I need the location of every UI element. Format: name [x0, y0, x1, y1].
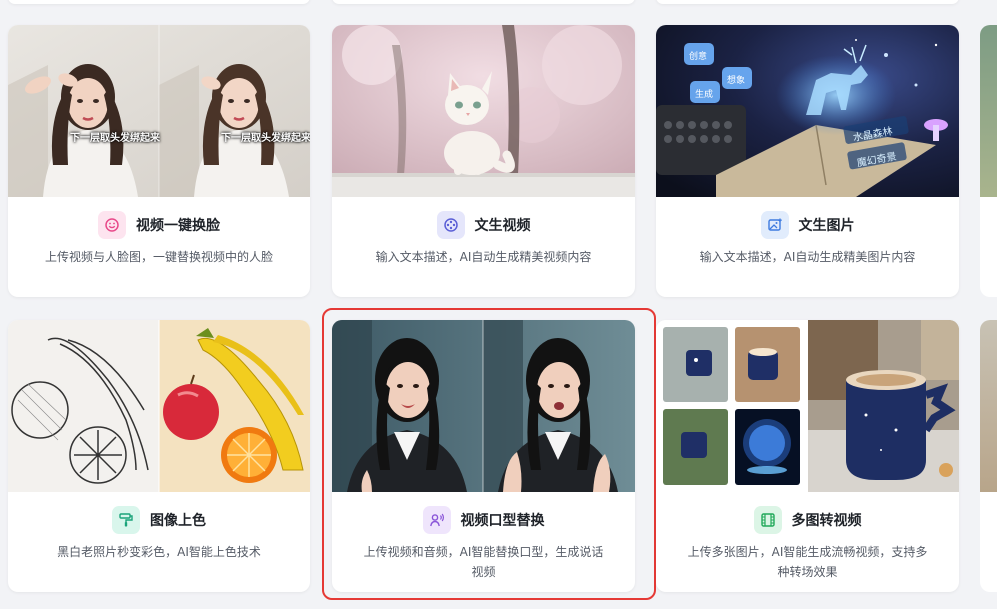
card-title: 视频一键换脸	[136, 218, 220, 234]
thumb-label: 想象	[727, 74, 745, 86]
image-plus-icon	[760, 211, 789, 239]
card-thumbnail: 下一层取头发绑起来 下一层取头发绑起来	[8, 25, 310, 197]
prev-row-card-edge	[8, 0, 310, 4]
next-card-edge	[980, 320, 997, 592]
card-description: 黑白老照片秒变彩色，AI智能上色技术	[57, 545, 261, 559]
film-strip-icon	[753, 506, 782, 534]
next-card-edge	[980, 25, 997, 297]
card-thumbnail: 创意 想象 生成 水晶森林 魔幻奇景	[656, 25, 959, 197]
card-thumbnail	[8, 320, 310, 492]
card-thumbnail	[332, 320, 635, 492]
paint-roller-icon	[112, 506, 140, 534]
card-description: 输入文本描述，AI自动生成精美图片内容	[699, 250, 916, 264]
feature-card-face-swap[interactable]: 下一层取头发绑起来 下一层取头发绑起来 视频一键换脸 上传视频与人脸图，一键替换…	[8, 25, 310, 297]
card-description: 上传多张图片，AI智能生成流畅视频，支持多种转场效果	[687, 545, 928, 579]
card-description: 上传视频与人脸图，一键替换视频中的人脸	[44, 250, 273, 264]
person-voice-icon	[422, 506, 451, 534]
card-title: 多图转视频	[791, 513, 862, 529]
card-thumbnail	[332, 25, 635, 197]
smile-face-icon	[98, 211, 126, 239]
thumb-label: 生成	[695, 88, 713, 100]
card-description: 输入文本描述，AI自动生成精美视频内容	[375, 250, 592, 264]
prev-row-card-edge	[656, 0, 959, 4]
card-title: 视频口型替换	[460, 513, 545, 529]
card-title: 文生视频	[474, 218, 531, 234]
feature-card-text-to-image[interactable]: 创意 想象 生成 水晶森林 魔幻奇景 文生图片 输入文本描述，AI自动生成精美图…	[656, 25, 959, 297]
thumb-caption-right: 下一层取头发绑起来	[221, 133, 310, 144]
film-reel-icon	[436, 211, 465, 239]
thumb-caption-left: 下一层取头发绑起来	[70, 133, 160, 144]
feature-card-text-to-video[interactable]: 文生视频 输入文本描述，AI自动生成精美视频内容	[332, 25, 635, 297]
card-thumbnail	[656, 320, 959, 492]
feature-card-images-to-video[interactable]: 多图转视频 上传多张图片，AI智能生成流畅视频，支持多种转场效果	[656, 320, 959, 592]
card-title: 图像上色	[150, 513, 206, 529]
thumb-label: 创意	[689, 50, 707, 62]
feature-card-lip-sync[interactable]: 视频口型替换 上传视频和音频，AI智能替换口型，生成说话视频	[332, 320, 635, 592]
card-description: 上传视频和音频，AI智能替换口型，生成说话视频	[363, 545, 604, 579]
card-title: 文生图片	[798, 218, 855, 234]
prev-row-card-edge	[332, 0, 635, 4]
feature-card-colorize[interactable]: 图像上色 黑白老照片秒变彩色，AI智能上色技术	[8, 320, 310, 592]
